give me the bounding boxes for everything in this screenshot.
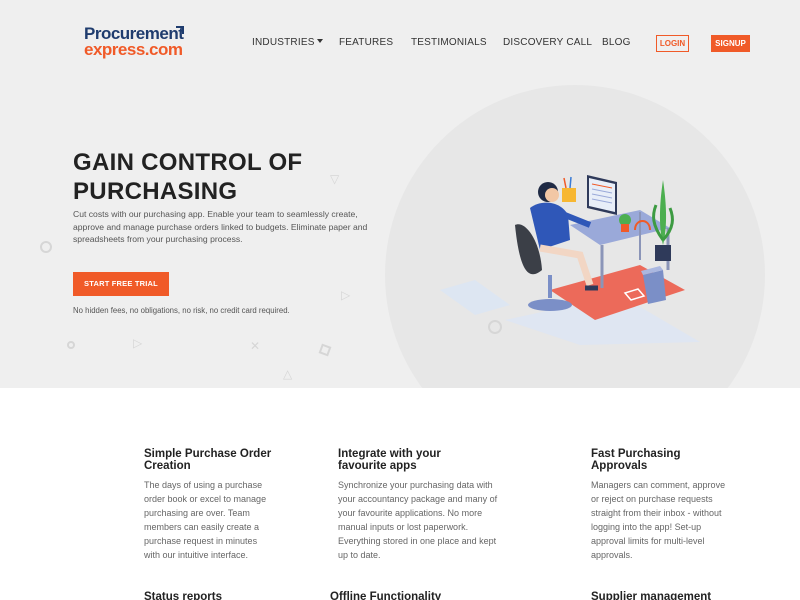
brand-logo-line2: express.com — [84, 40, 183, 59]
feature-fast-approvals: Fast Purchasing Approvals Managers can c… — [591, 448, 731, 562]
feature-title: Simple Purchase Order Creation — [144, 448, 272, 472]
decor-ring — [67, 341, 75, 349]
brand-arrow-icon — [176, 26, 184, 34]
decor-square — [318, 343, 332, 357]
signup-button[interactable]: SIGNUP — [711, 35, 750, 52]
plant-pot — [655, 245, 671, 261]
feature-supplier-management: Supplier management — [591, 591, 731, 600]
pencil-cup — [562, 188, 576, 202]
hero-note: No hidden fees, no obligations, no risk,… — [73, 306, 290, 315]
hero-title: GAIN CONTROL OF PURCHASING — [73, 149, 303, 205]
start-free-trial-button[interactable]: START FREE TRIAL — [73, 272, 169, 296]
feature-simple-po: Simple Purchase Order Creation The days … — [144, 448, 284, 562]
person-torso — [530, 202, 570, 250]
feature-integrations: Integrate with your favourite apps Synch… — [338, 448, 508, 562]
feature-description: Synchronize your purchasing data with yo… — [338, 480, 498, 560]
decor-triangle: △ — [283, 367, 293, 381]
decor-triangle: ▷ — [133, 336, 143, 350]
feature-title: Supplier management — [591, 591, 712, 600]
decor-ring — [40, 241, 52, 253]
workspace-illustration — [440, 175, 700, 345]
feature-title: Offline Functionality — [330, 591, 442, 600]
feature-status-reports: Status reports — [144, 591, 284, 600]
feature-title: Status reports — [144, 591, 222, 600]
floor-tile — [440, 280, 510, 315]
caret-down-icon — [316, 39, 323, 43]
nav-item-discovery-call[interactable]: DISCOVERY CALL — [503, 37, 592, 48]
feature-title: Fast Purchasing Approvals — [591, 448, 681, 472]
login-button[interactable]: LOGIN — [656, 35, 689, 52]
site-header: Procurement express.com INDUSTRIES FEATU… — [0, 0, 800, 88]
nav-item-blog[interactable]: BLOG — [602, 37, 631, 48]
brand-logo[interactable]: Procurement express.com — [84, 24, 194, 60]
feature-title: Integrate with your favourite apps — [338, 448, 441, 472]
feature-description: The days of using a purchase order book … — [144, 480, 267, 560]
nav-item-testimonials[interactable]: TESTIMONIALS — [411, 37, 487, 48]
decor-triangle: ▷ — [341, 288, 351, 302]
feature-description: Managers can comment, approve or reject … — [591, 480, 726, 560]
decor-cross: ✕ — [250, 339, 261, 353]
hero-description: Cut costs with our purchasing app. Enabl… — [73, 209, 368, 244]
nav-item-features[interactable]: FEATURES — [339, 37, 393, 48]
feature-offline: Offline Functionality — [330, 591, 470, 600]
nav-item-industries[interactable]: INDUSTRIES — [252, 37, 323, 48]
nav-item-label: INDUSTRIES — [252, 37, 315, 48]
